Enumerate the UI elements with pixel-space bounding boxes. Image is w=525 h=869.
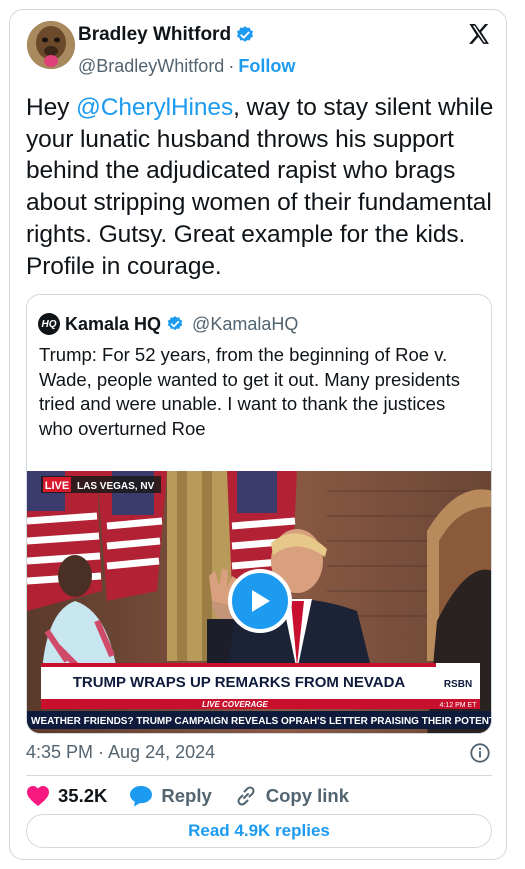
follow-button[interactable]: Follow	[238, 56, 295, 77]
verified-badge-icon	[237, 26, 254, 42]
author-name-row[interactable]: Bradley Whitford	[78, 24, 255, 46]
reply-button[interactable]: Reply	[129, 785, 212, 807]
x-logo-icon[interactable]	[467, 22, 491, 46]
copy-link-label: Copy link	[265, 785, 350, 806]
author-handle-row: @BradleyWhitford · Follow	[78, 56, 295, 77]
rsbn-logo: RSBN	[444, 679, 472, 690]
like-button[interactable]: 35.2K	[26, 785, 107, 807]
info-icon[interactable]	[469, 742, 491, 764]
reply-label: Reply	[161, 785, 212, 806]
avatar[interactable]	[27, 21, 75, 69]
tweet-timestamp[interactable]: 4:35 PM · Aug 24, 2024	[26, 742, 215, 763]
like-count: 35.2K	[58, 785, 108, 806]
action-bar: 35.2K Reply Copy link	[26, 783, 349, 809]
play-button[interactable]	[228, 569, 292, 633]
link-icon	[237, 786, 255, 806]
reply-bubble-icon	[130, 786, 153, 807]
video-time: 4:12 PM ET	[440, 702, 478, 709]
quoted-tweet[interactable]: HQ Kamala HQ @KamalaHQ Trump: For 52 yea…	[26, 294, 492, 734]
author-name[interactable]: Bradley Whitford	[78, 24, 231, 46]
play-icon	[252, 590, 270, 612]
mention-link[interactable]: @CherylHines	[76, 94, 233, 121]
tweet-text-body: , way to stay silent while your lunatic …	[26, 94, 494, 280]
video-location: LAS VEGAS, NV	[77, 481, 155, 492]
video-player[interactable]: LIVE LAS VEGAS, NV TRUMP WRAPS UP REMARK…	[27, 471, 492, 733]
tweet-text-start: Hey	[26, 94, 76, 121]
avatar-image	[27, 21, 75, 69]
kamala-hq-logo-icon: HQ	[38, 313, 60, 335]
tweet-text: Hey @CherylHines, way to stay silent whi…	[26, 92, 496, 282]
author-handle[interactable]: @BradleyWhitford	[78, 56, 224, 77]
divider	[26, 775, 492, 776]
live-badge: LIVE	[45, 480, 69, 492]
read-replies-button[interactable]: Read 4.9K replies	[26, 814, 492, 848]
quoted-author-handle[interactable]: @KamalaHQ	[192, 314, 298, 335]
quoted-tweet-text: Trump: For 52 years, from the beginning …	[39, 344, 460, 439]
quoted-tweet-header: HQ Kamala HQ @KamalaHQ	[38, 313, 298, 335]
verified-badge-icon	[167, 316, 183, 331]
quoted-author-name[interactable]: Kamala HQ	[65, 314, 161, 335]
news-ticker: WEATHER FRIENDS? TRUMP CAMPAIGN REVEALS …	[31, 716, 492, 727]
handle-separator: ·	[228, 56, 235, 76]
live-coverage-label: LIVE COVERAGE	[202, 700, 268, 709]
heart-icon	[27, 786, 49, 806]
copy-link-button[interactable]: Copy link	[234, 784, 349, 808]
video-headline: TRUMP WRAPS UP REMARKS FROM NEVADA	[73, 674, 406, 691]
